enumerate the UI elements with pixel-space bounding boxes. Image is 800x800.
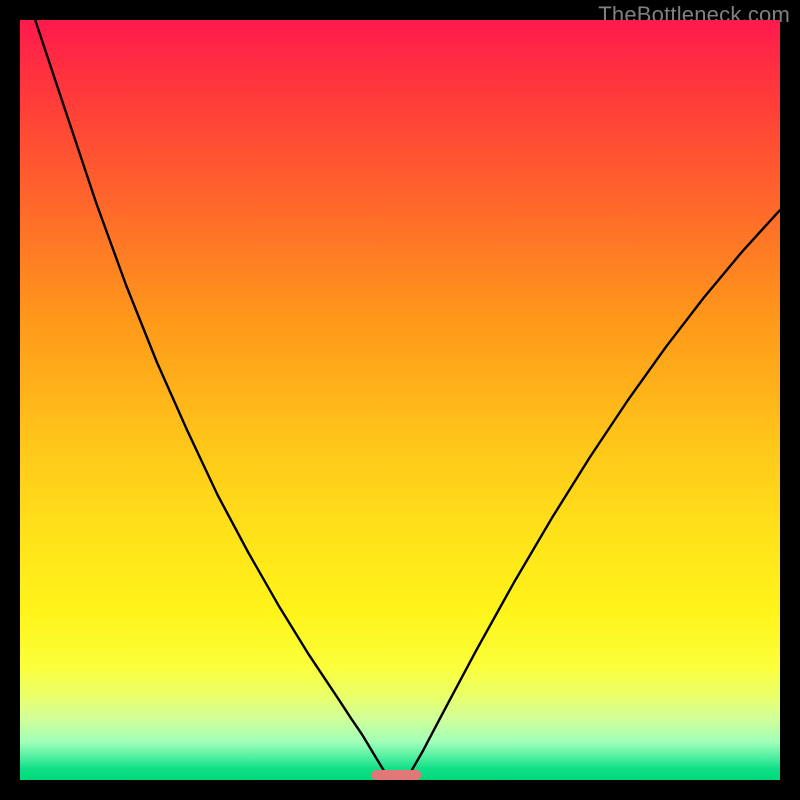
chart-container: TheBottleneck.com xyxy=(0,0,800,800)
curve-left-branch xyxy=(35,20,386,775)
curve-right-branch xyxy=(409,210,780,775)
bottleneck-curve xyxy=(20,20,780,780)
minimum-marker xyxy=(371,770,420,780)
plot-area xyxy=(20,20,780,780)
